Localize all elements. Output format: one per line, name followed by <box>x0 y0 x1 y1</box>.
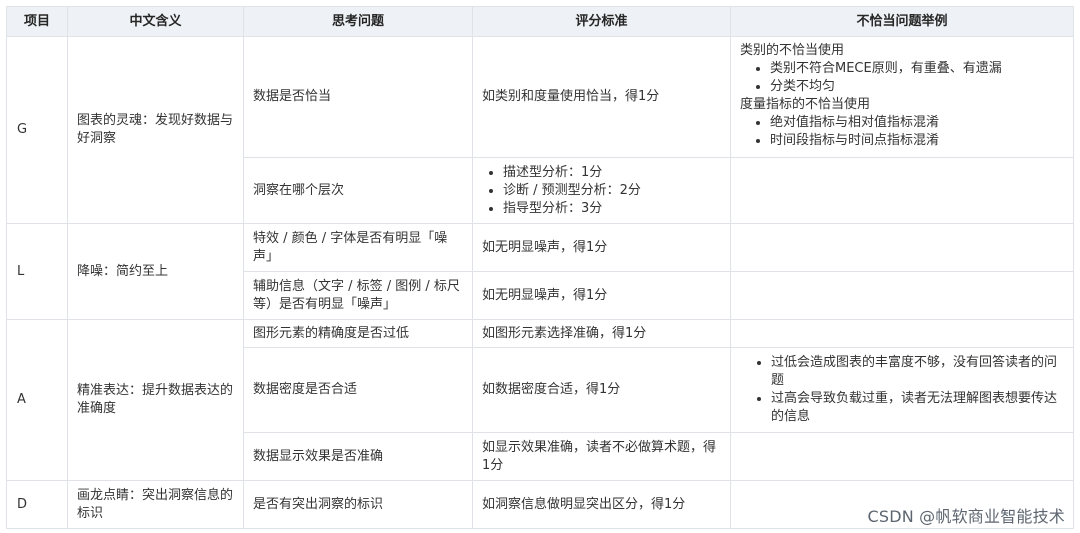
examples-list: 绝对值指标与相对值指标混淆 时间段指标与时间点指标混淆 <box>740 114 1064 150</box>
examples-list: 类别不符合MECE原则，有重叠、有遗漏 分类不均匀 <box>740 60 1064 96</box>
header-code: 项目 <box>6 6 68 37</box>
criteria-cell: 如数据密度合适，得1分 <box>472 347 731 433</box>
criteria-cell: 如类别和度量使用恰当，得1分 <box>472 36 731 158</box>
examples-cell <box>730 223 1074 272</box>
question-cell: 特效 / 颜色 / 字体是否有明显「噪声」 <box>243 223 473 272</box>
question-cell: 图形元素的精确度是否过低 <box>243 319 473 348</box>
examples-cell <box>730 271 1074 320</box>
question-cell: 洞察在哪个层次 <box>243 157 473 224</box>
code-cell-l: L <box>6 223 68 320</box>
code-cell-d: D <box>6 480 68 529</box>
examples-cell <box>730 432 1074 481</box>
header-question: 思考问题 <box>243 6 473 37</box>
examples-list: 过低会造成图表的丰富度不够，没有回答读者的问题 过高会导致负载过重，读者无法理解… <box>740 354 1064 426</box>
examples-heading: 类别的不恰当使用 <box>740 43 845 58</box>
criteria-list: 描述型分析：1分 诊断 / 预测型分析：2分 指导型分析：3分 <box>482 164 721 218</box>
question-cell: 辅助信息（文字 / 标签 / 图例 / 标尺等）是否有明显「噪声」 <box>243 271 473 320</box>
header-row: 项目 中文含义 思考问题 评分标准 不恰当问题举例 <box>6 6 1074 37</box>
table-row: G 图表的灵魂：发现好数据与好洞察 数据是否恰当 如类别和度量使用恰当，得1分 … <box>6 36 1074 224</box>
question-cell: 数据显示效果是否准确 <box>243 432 473 481</box>
list-item: 分类不均匀 <box>770 78 1064 96</box>
list-item: 过低会造成图表的丰富度不够，没有回答读者的问题 <box>771 354 1064 390</box>
criteria-cell: 如无明显噪声，得1分 <box>472 271 731 320</box>
watermark: CSDN @帆软商业智能技术 <box>867 507 1065 526</box>
code-cell-g: G <box>6 36 68 224</box>
header-examples: 不恰当问题举例 <box>730 6 1074 37</box>
scoring-table: 项目 中文含义 思考问题 评分标准 不恰当问题举例 G 图表的灵魂：发现好数据与… <box>6 6 1074 529</box>
examples-cell <box>730 157 1074 224</box>
question-cell: 数据密度是否合适 <box>243 347 473 433</box>
meaning-cell-g: 图表的灵魂：发现好数据与好洞察 <box>67 36 244 224</box>
examples-cell <box>730 319 1074 348</box>
list-item: 过高会导致负载过重，读者无法理解图表想要传达的信息 <box>771 390 1064 426</box>
question-cell: 是否有突出洞察的标识 <box>243 480 473 529</box>
meaning-cell-a: 精准表达：提升数据表达的准确度 <box>67 319 244 481</box>
list-item: 描述型分析：1分 <box>503 164 721 182</box>
meaning-cell-d: 画龙点睛：突出洞察信息的标识 <box>67 480 244 529</box>
criteria-cell: 如洞察信息做明显突出区分，得1分 <box>472 480 731 529</box>
criteria-cell: 描述型分析：1分 诊断 / 预测型分析：2分 指导型分析：3分 <box>472 157 731 224</box>
examples-cell: 类别的不恰当使用 类别不符合MECE原则，有重叠、有遗漏 分类不均匀 度量指标的… <box>730 36 1074 158</box>
list-item: 诊断 / 预测型分析：2分 <box>503 182 721 200</box>
examples-heading: 度量指标的不恰当使用 <box>740 97 871 112</box>
header-meaning: 中文含义 <box>67 6 244 37</box>
question-cell: 数据是否恰当 <box>243 36 473 158</box>
table-row: A 精准表达：提升数据表达的准确度 图形元素的精确度是否过低 如图形元素选择准确… <box>6 319 1074 481</box>
table-row: L 降噪：简约至上 特效 / 颜色 / 字体是否有明显「噪声」 如无明显噪声，得… <box>6 223 1074 320</box>
list-item: 指导型分析：3分 <box>503 200 721 218</box>
header-criteria: 评分标准 <box>472 6 731 37</box>
meaning-cell-l: 降噪：简约至上 <box>67 223 244 320</box>
criteria-cell: 如图形元素选择准确，得1分 <box>472 319 731 348</box>
list-item: 时间段指标与时间点指标混淆 <box>770 132 1064 150</box>
criteria-cell: 如无明显噪声，得1分 <box>472 223 731 272</box>
criteria-cell: 如显示效果准确，读者不必做算术题，得1分 <box>472 432 731 481</box>
list-item: 绝对值指标与相对值指标混淆 <box>770 114 1064 132</box>
code-cell-a: A <box>6 319 68 481</box>
examples-cell: 过低会造成图表的丰富度不够，没有回答读者的问题 过高会导致负载过重，读者无法理解… <box>730 347 1074 433</box>
list-item: 类别不符合MECE原则，有重叠、有遗漏 <box>770 60 1064 78</box>
